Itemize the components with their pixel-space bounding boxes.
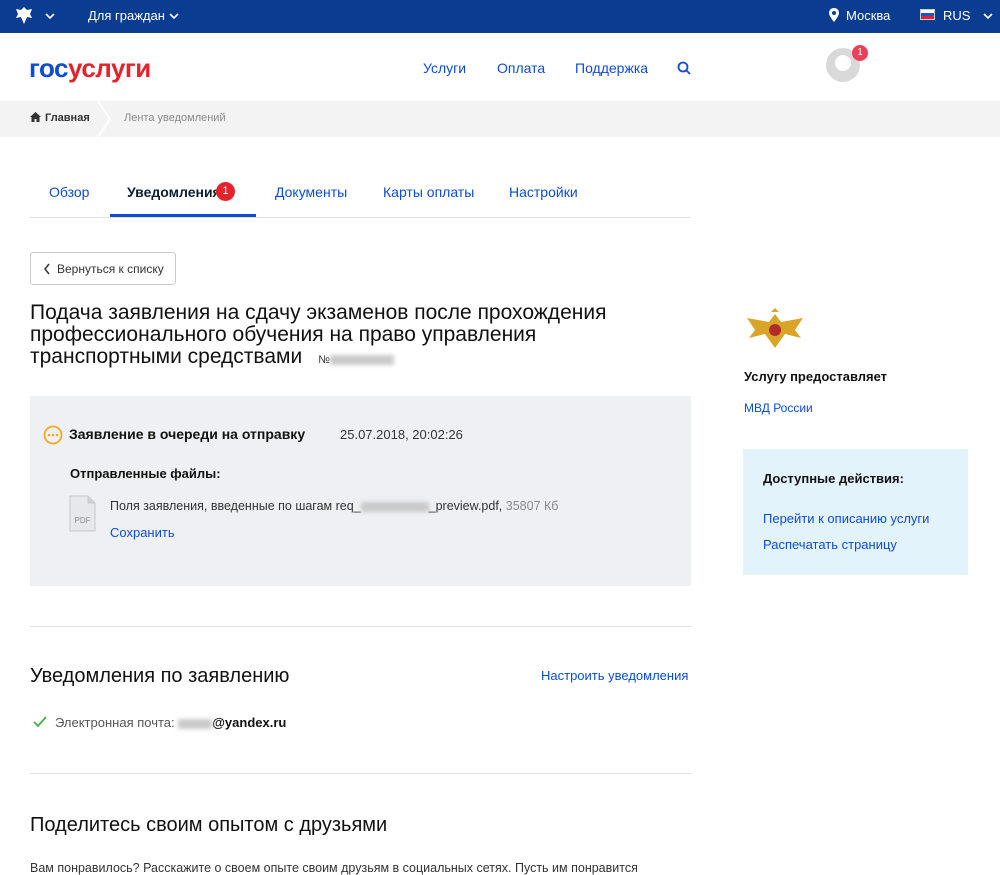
share-section-title: Поделитесь своим опытом с друзьями <box>30 814 388 836</box>
city-selector[interactable]: Москва <box>846 8 890 23</box>
service-provider-link[interactable]: МВД России <box>744 401 813 415</box>
status-timestamp: 25.07.2018, 20:02:26 <box>340 427 463 442</box>
breadcrumb-home[interactable]: Главная <box>30 112 90 124</box>
file-size: 35807 Кб <box>505 499 559 513</box>
avatar-notification-badge: 1 <box>852 45 868 61</box>
top-bar: Для граждан Москва RUS <box>0 0 1000 33</box>
application-status-panel: Заявление в очереди на отправку 25.07.20… <box>30 396 691 586</box>
redacted-number <box>330 355 395 366</box>
check-icon <box>33 716 47 728</box>
print-page-link[interactable]: Распечатать страницу <box>763 537 897 552</box>
pending-status-icon <box>43 425 63 445</box>
location-pin-icon <box>829 8 839 22</box>
notifications-count-badge: 1 <box>216 182 235 201</box>
notifications-section-title: Уведомления по заявлению <box>30 665 290 687</box>
svg-text:PDF: PDF <box>75 516 91 525</box>
audience-selector[interactable]: Для граждан <box>88 8 165 23</box>
configure-notifications-link[interactable]: Настроить уведомления <box>541 668 688 683</box>
tab-notifications[interactable]: Уведомления <box>127 184 221 200</box>
breadcrumb-current: Лента уведомлений <box>124 112 226 124</box>
chevron-down-icon[interactable] <box>983 11 993 21</box>
home-icon <box>30 112 41 122</box>
breadcrumb-separator <box>97 101 112 137</box>
gosuslugi-logo[interactable]: госуслуги <box>29 53 151 84</box>
sent-files-label: Отправленные файлы: <box>70 466 221 481</box>
divider <box>30 773 691 774</box>
pdf-file-icon: PDF <box>69 495 96 532</box>
back-to-list-button[interactable]: Вернуться к списку <box>30 252 176 285</box>
tab-settings[interactable]: Настройки <box>509 184 578 200</box>
tab-documents[interactable]: Документы <box>275 184 347 200</box>
nav-services[interactable]: Услуги <box>423 60 466 76</box>
site-header: госуслуги Услуги Оплата Поддержка 1 <box>0 33 1000 101</box>
status-label: Заявление в очереди на отправку <box>69 426 306 442</box>
tab-payment-cards[interactable]: Карты оплаты <box>383 184 474 200</box>
available-actions-panel: Доступные действия: Перейти к описанию у… <box>743 449 968 575</box>
breadcrumb: Главная Лента уведомлений <box>0 101 1000 137</box>
email-notification-row: Электронная почта: @yandex.ru <box>55 715 287 730</box>
active-tab-indicator <box>110 214 256 217</box>
mvd-emblem-icon <box>747 308 803 348</box>
available-actions-title: Доступные действия: <box>763 471 904 486</box>
nav-payment[interactable]: Оплата <box>497 60 545 76</box>
redacted-file-id <box>360 501 429 512</box>
chevron-down-icon[interactable] <box>169 11 179 21</box>
language-selector[interactable]: RUS <box>943 8 970 23</box>
tab-bar: Обзор Уведомления 1 Документы Карты опла… <box>30 170 690 218</box>
chevron-left-icon <box>44 263 50 275</box>
russia-flag-icon <box>920 9 935 20</box>
tab-overview[interactable]: Обзор <box>49 184 89 200</box>
file-name: Поля заявления, введенные по шагам req_ _… <box>110 499 559 513</box>
divider <box>30 626 691 627</box>
redacted-email-user <box>178 718 213 729</box>
application-title: Подача заявления на сдачу экзаменов посл… <box>30 301 607 368</box>
coat-of-arms-icon[interactable] <box>12 4 36 28</box>
application-number: № <box>318 354 395 366</box>
search-icon[interactable] <box>677 61 691 75</box>
save-file-link[interactable]: Сохранить <box>110 525 175 540</box>
chevron-down-icon[interactable] <box>45 11 55 21</box>
nav-support[interactable]: Поддержка <box>575 60 648 76</box>
service-provider-label: Услугу предоставляет <box>744 369 888 384</box>
service-description-link[interactable]: Перейти к описанию услуги <box>763 511 929 526</box>
